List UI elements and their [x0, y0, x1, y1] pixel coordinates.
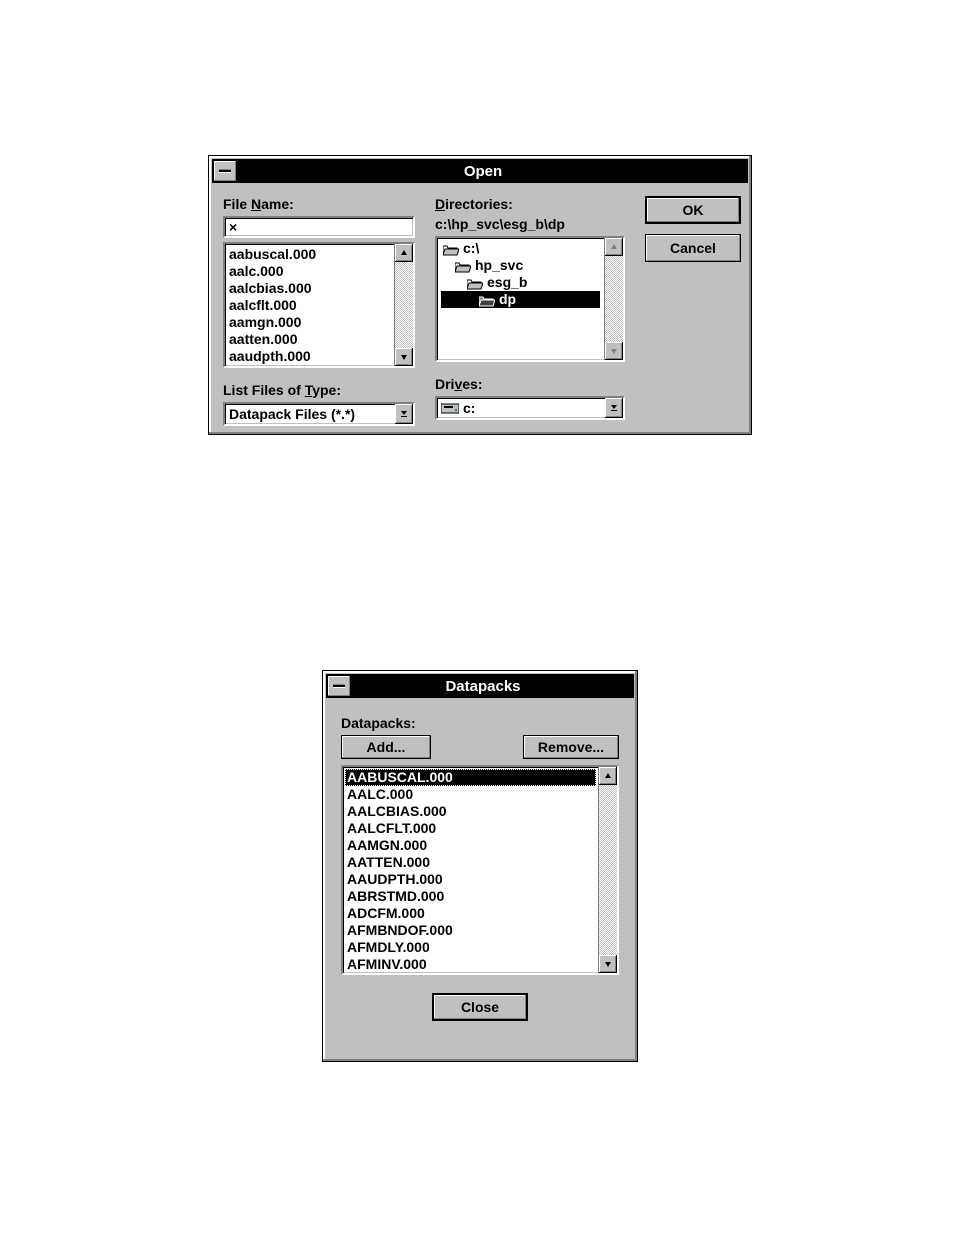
- folder-open-icon: [443, 243, 459, 255]
- drives-value: c:: [437, 398, 605, 418]
- directory-label: hp_svc: [475, 257, 523, 274]
- close-button[interactable]: Close: [432, 993, 528, 1021]
- datapacks-list-item[interactable]: AATTEN.000: [347, 854, 594, 871]
- directories-label: Directories:: [435, 196, 625, 212]
- list-files-type-label: List Files of Type:: [223, 382, 415, 398]
- system-menu-button[interactable]: [214, 161, 236, 181]
- datapacks-list-item[interactable]: ABRSTMD.000: [347, 888, 594, 905]
- open-dialog-title: Open: [242, 163, 748, 180]
- file-name-input[interactable]: ×: [223, 216, 415, 238]
- folder-open-icon: [455, 260, 471, 272]
- datapacks-list-item[interactable]: AAUDPTH.000: [347, 871, 594, 888]
- datapacks-dialog: Datapacks Datapacks: Add... Remove... AA…: [322, 670, 638, 1062]
- scroll-down-button[interactable]: [599, 955, 617, 973]
- directory-label: c:\: [463, 240, 479, 257]
- file-list-item[interactable]: aalcflt.000: [229, 297, 390, 314]
- file-name-label: File Name:: [223, 196, 415, 212]
- file-list-item[interactable]: aatten.000: [229, 331, 390, 348]
- scroll-down-button[interactable]: [605, 342, 623, 360]
- datapacks-list-item[interactable]: AAMGN.000: [347, 837, 594, 854]
- directory-label: dp: [499, 291, 516, 308]
- file-type-combo[interactable]: Datapack Files (*.*): [223, 402, 415, 426]
- current-path-text: c:\hp_svc\esg_b\dp: [435, 216, 625, 232]
- directory-tree-item[interactable]: hp_svc: [441, 257, 600, 274]
- file-name-value: ×: [229, 219, 237, 235]
- directory-tree-item[interactable]: dp: [441, 291, 600, 308]
- scroll-up-button[interactable]: [599, 767, 617, 785]
- folder-open-icon: [479, 294, 495, 306]
- drives-label: Drives:: [435, 376, 625, 392]
- scroll-track[interactable]: [605, 256, 623, 342]
- file-list[interactable]: aabuscal.000aalc.000aalcbias.000aalcflt.…: [223, 242, 415, 368]
- file-list-item[interactable]: aamgn.000: [229, 314, 390, 331]
- datapacks-dialog-title: Datapacks: [356, 678, 634, 695]
- file-list-item[interactable]: aalcbias.000: [229, 280, 390, 297]
- dir-tree-scrollbar[interactable]: [604, 238, 623, 360]
- datapacks-list[interactable]: AABUSCAL.000AALC.000AALCBIAS.000AALCFLT.…: [341, 765, 619, 975]
- system-menu-button[interactable]: [328, 676, 350, 696]
- scroll-down-button[interactable]: [395, 348, 413, 366]
- file-type-dropdown-button[interactable]: [395, 404, 413, 424]
- datapacks-list-item[interactable]: AALCFLT.000: [347, 820, 594, 837]
- datapacks-list-item[interactable]: AALCBIAS.000: [347, 803, 594, 820]
- file-list-scrollbar[interactable]: [394, 244, 413, 366]
- scroll-up-button[interactable]: [605, 238, 623, 256]
- datapacks-scrollbar[interactable]: [598, 767, 617, 973]
- directory-label: esg_b: [487, 274, 527, 291]
- datapacks-dialog-titlebar[interactable]: Datapacks: [326, 674, 634, 698]
- scroll-track[interactable]: [599, 785, 617, 955]
- datapacks-list-item[interactable]: ADCFM.000: [347, 905, 594, 922]
- datapacks-list-item[interactable]: AABUSCAL.000: [345, 769, 596, 786]
- drives-combo[interactable]: c:: [435, 396, 625, 420]
- directory-tree-item[interactable]: esg_b: [441, 274, 600, 291]
- datapacks-list-item[interactable]: AFMDLY.000: [347, 939, 594, 956]
- scroll-track[interactable]: [395, 262, 413, 348]
- file-type-value: Datapack Files (*.*): [225, 404, 395, 424]
- cancel-button[interactable]: Cancel: [645, 234, 741, 262]
- directory-tree[interactable]: c:\hp_svcesg_bdp: [435, 236, 625, 362]
- drives-dropdown-button[interactable]: [605, 398, 623, 418]
- open-dialog-titlebar[interactable]: Open: [212, 159, 748, 183]
- datapacks-list-item[interactable]: AFMBNDOF.000: [347, 922, 594, 939]
- ok-button[interactable]: OK: [645, 196, 741, 224]
- datapacks-list-item[interactable]: AFMINV.000: [347, 956, 594, 973]
- add-button[interactable]: Add...: [341, 735, 431, 759]
- file-list-item[interactable]: aaudpth.000: [229, 348, 390, 365]
- open-dialog: Open File Name: × aabuscal.000aalc.000aa…: [208, 155, 752, 435]
- remove-button[interactable]: Remove...: [523, 735, 619, 759]
- datapacks-label: Datapacks:: [341, 715, 619, 731]
- drive-icon: [441, 402, 459, 414]
- file-list-item[interactable]: abrstgn.010: [229, 365, 390, 366]
- scroll-up-button[interactable]: [395, 244, 413, 262]
- file-list-item[interactable]: aabuscal.000: [229, 246, 390, 263]
- datapacks-list-item[interactable]: AALC.000: [347, 786, 594, 803]
- directory-tree-item[interactable]: c:\: [441, 240, 600, 257]
- file-list-item[interactable]: aalc.000: [229, 263, 390, 280]
- folder-open-icon: [467, 277, 483, 289]
